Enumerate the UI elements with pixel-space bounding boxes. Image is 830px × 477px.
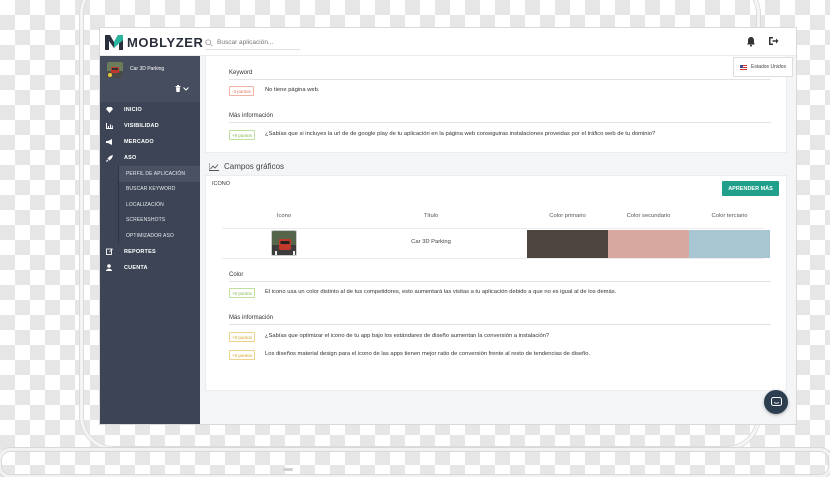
- sidebar-subitem-label: BUSCAR KEYWORD: [126, 186, 176, 193]
- points-badge: +0 puntos: [229, 130, 255, 140]
- chat-button[interactable]: [764, 390, 788, 414]
- sidebar-subitem-buscar-keyword[interactable]: BUSCAR KEYWORD: [118, 181, 200, 197]
- sidebar-subitem-label: LOCALIZACIÓN: [126, 201, 164, 208]
- color-tip: El icono usa un color distinto al de tus…: [265, 289, 617, 295]
- color-heading: Color: [229, 272, 244, 278]
- sidebar-item-mercado[interactable]: MERCADO: [100, 134, 200, 150]
- sidebar-item-reportes[interactable]: REPORTES: [100, 244, 200, 260]
- sidebar-item-label: CUENTA: [124, 264, 148, 271]
- app-title-cell: Car 3D Parking: [411, 239, 451, 245]
- divider: [229, 324, 771, 325]
- search-box[interactable]: [205, 36, 300, 50]
- sidebar-item-visibilidad[interactable]: VISIBILIDAD: [100, 118, 200, 134]
- keyword-card: Keyword -3 puntos No tiene página web. M…: [206, 56, 786, 152]
- graphic-fields-title: Campos gráficos: [224, 162, 285, 171]
- app-screen: MOBLYZER Buscar aplicación... Car 3D Par…: [100, 28, 796, 424]
- selected-app-card[interactable]: Car 3D Parking: [100, 56, 200, 102]
- chevron-down-icon[interactable]: [183, 86, 189, 91]
- divider: [229, 79, 771, 80]
- brand-name: MOBLYZER: [127, 34, 204, 50]
- points-badge: +0 puntos: [229, 332, 255, 342]
- trash-icon[interactable]: [175, 85, 181, 92]
- sidebar-subitem-perfil[interactable]: PERFIL DE APLICACIÓN: [118, 166, 200, 182]
- more-info-tip: Los diseños material design para el icon…: [265, 351, 591, 357]
- more-info-tip: ¿Sabías que si incluyes la url de de goo…: [265, 131, 656, 137]
- app-icon-preview: [271, 230, 297, 256]
- laptop-notch: [283, 468, 293, 471]
- laptop-base: [0, 448, 830, 477]
- user-icon: [105, 264, 113, 272]
- icon-card: ICONO APRENDER MÁS Icono Título Color pr…: [206, 176, 786, 390]
- sidebar-item-aso[interactable]: ASO: [100, 150, 200, 166]
- sidebar-subitem-screenshots[interactable]: SCREENSHOTS: [118, 212, 200, 228]
- sidebar-item-inicio[interactable]: INICIO: [100, 102, 200, 118]
- sidebar-subitem-localizacion[interactable]: LOCALIZACIÓN: [118, 197, 200, 213]
- divider: [229, 281, 771, 282]
- sidebar-subitem-label: PERFIL DE APLICACIÓN: [126, 170, 186, 177]
- app-name: Car 3D Parking: [130, 66, 165, 72]
- edit-icon: [105, 248, 113, 256]
- table-divider: [222, 258, 764, 259]
- table-divider: [222, 228, 764, 229]
- rocket-icon: [105, 154, 113, 162]
- search-input[interactable]: [217, 39, 297, 46]
- chat-icon: [770, 397, 782, 406]
- sidebar-item-label: MERCADO: [124, 139, 154, 145]
- sidebar-nav: INICIO VISIBILIDAD MERCADO ASO PERFIL DE…: [100, 102, 200, 276]
- diamond-icon: [105, 106, 113, 114]
- sidebar: Car 3D Parking INICIO VISIBILIDAD MERCAD…: [100, 56, 200, 424]
- line-chart-icon: [209, 162, 219, 171]
- bell-icon[interactable]: [746, 36, 756, 47]
- learn-more-button[interactable]: APRENDER MÁS: [722, 181, 779, 196]
- app-actions: [175, 85, 189, 92]
- more-info-heading: Más información: [229, 113, 274, 119]
- column-header: Icono: [276, 213, 292, 219]
- sidebar-subitem-optimizador[interactable]: OPTIMIZADOR ASO: [118, 228, 200, 244]
- brand-logo[interactable]: MOBLYZER: [104, 32, 204, 52]
- column-header: Color primario: [549, 213, 586, 219]
- us-flag-icon: [739, 64, 747, 70]
- divider: [229, 122, 771, 123]
- main-content: Keyword -3 puntos No tiene página web. M…: [200, 56, 796, 424]
- keyword-tip: No tiene página web.: [265, 87, 320, 93]
- sidebar-subitem-label: SCREENSHOTS: [126, 217, 166, 224]
- logout-icon[interactable]: [768, 36, 779, 46]
- points-badge: +0 puntos: [229, 350, 255, 360]
- megaphone-icon: [105, 138, 113, 146]
- keyword-heading: Keyword: [229, 70, 253, 76]
- sidebar-item-label: REPORTES: [124, 248, 156, 255]
- sidebar-item-label: ASO: [124, 155, 137, 161]
- sidebar-item-label: INICIO: [124, 107, 143, 113]
- more-info-tip: ¿Sabías que optimizar el icono de tu app…: [265, 333, 550, 339]
- language-selector[interactable]: Estados Unidos: [733, 57, 793, 77]
- tertiary-color-swatch: [689, 230, 770, 258]
- sidebar-item-cuenta[interactable]: CUENTA: [100, 260, 200, 276]
- bar-chart-icon: [105, 122, 113, 130]
- column-header: Color secundario: [626, 213, 671, 219]
- column-header: Título: [423, 213, 439, 219]
- app-icon-thumbnail: [107, 62, 123, 78]
- top-bar: MOBLYZER: [100, 28, 796, 56]
- icon-section-label: ICONO: [212, 181, 231, 187]
- column-header: Color terciario: [711, 213, 748, 219]
- sidebar-item-label: VISIBILIDAD: [124, 123, 159, 129]
- sidebar-subitem-label: OPTIMIZADOR ASO: [126, 232, 174, 239]
- moblyzer-logo-icon: [105, 35, 123, 50]
- more-info-heading: Más información: [229, 315, 274, 321]
- graphic-fields-heading: Campos gráficos: [209, 162, 284, 171]
- secondary-color-swatch: [608, 230, 689, 258]
- language-label: Estados Unidos: [750, 64, 787, 70]
- points-badge: +0 puntos: [229, 288, 255, 298]
- primary-color-swatch: [527, 230, 608, 258]
- points-badge: -3 puntos: [229, 86, 254, 96]
- search-icon: [205, 38, 213, 47]
